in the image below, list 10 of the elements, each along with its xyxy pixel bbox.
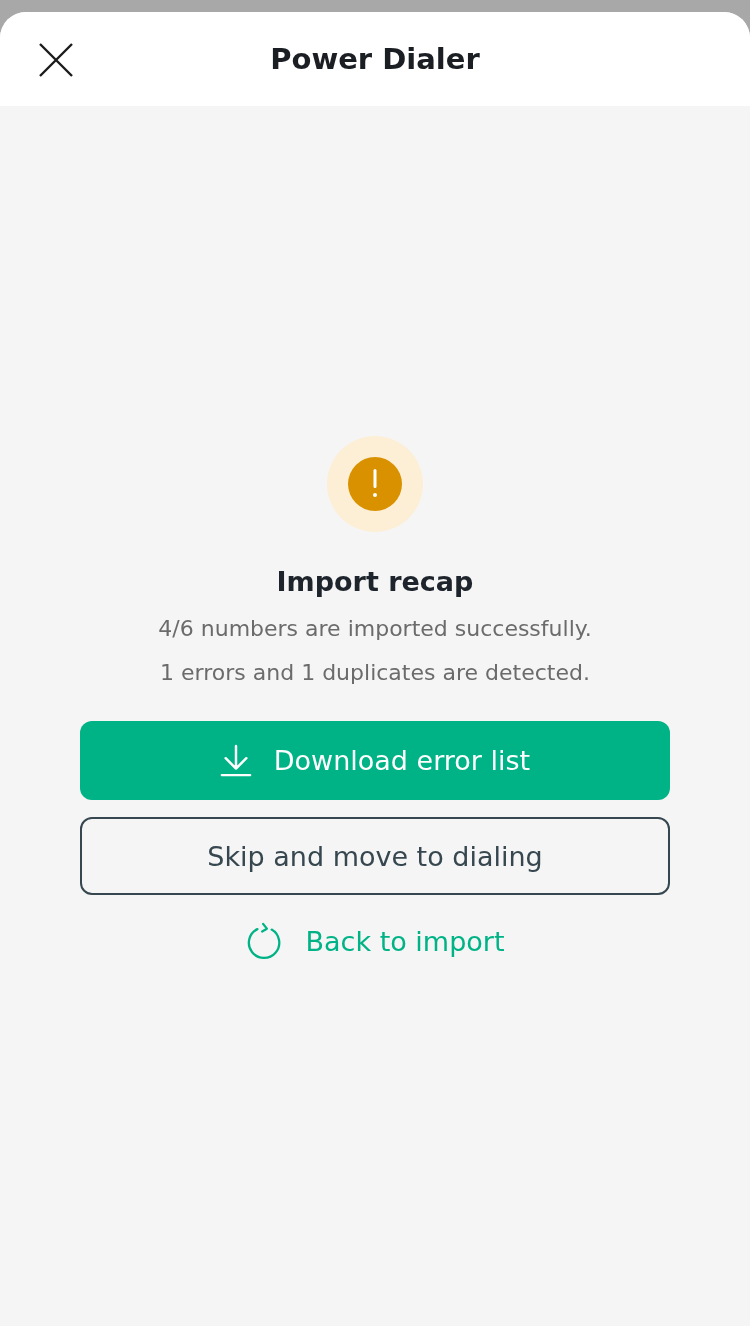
recap-title: Import recap — [276, 566, 474, 597]
download-button[interactable]: Download error list — [80, 721, 670, 800]
screen-title: Power Dialer — [270, 42, 480, 76]
download-icon — [219, 743, 252, 778]
recap-message: 4/6 numbers are imported successfully. — [158, 615, 592, 643]
back-link[interactable]: Back to import — [245, 911, 505, 971]
close-icon[interactable] — [39, 43, 73, 77]
warning-icon — [327, 436, 423, 532]
skip-button[interactable]: Skip and move to dialing — [80, 817, 670, 895]
recap-message: 1 errors and 1 duplicates are detected. — [160, 659, 590, 687]
